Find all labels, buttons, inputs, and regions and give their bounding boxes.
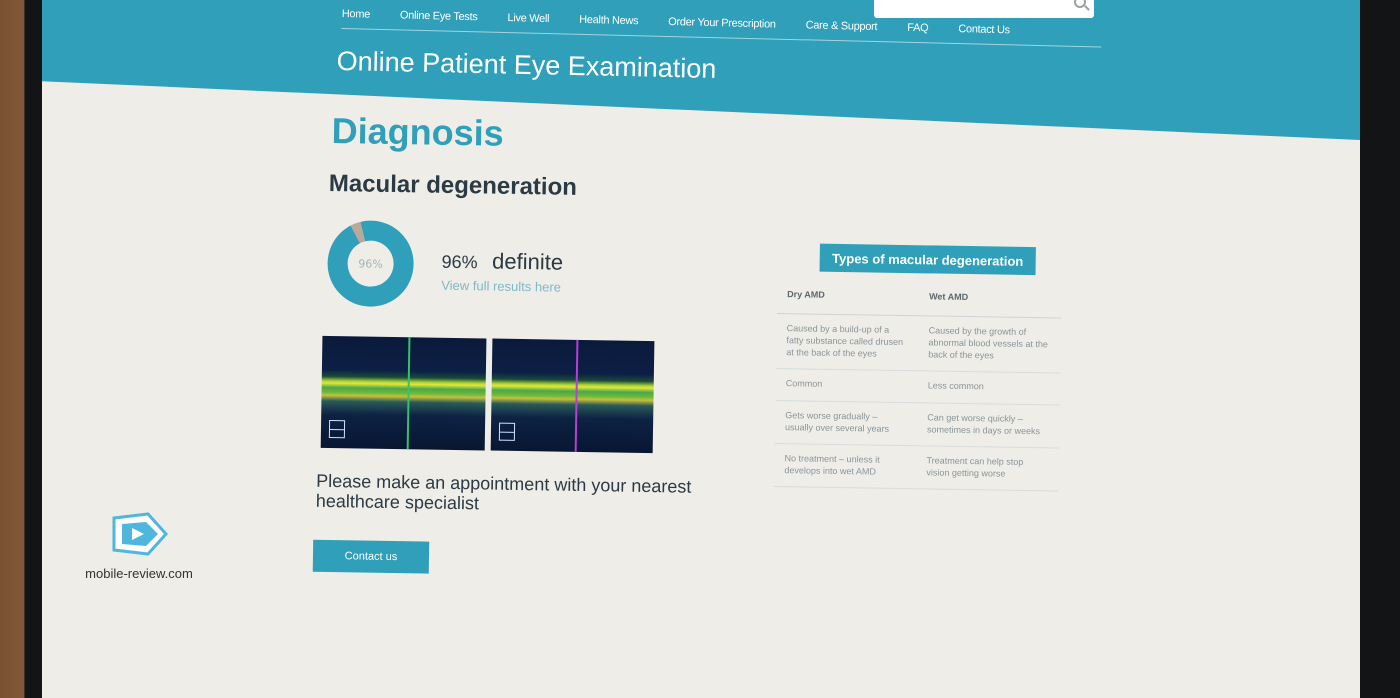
watermark: mobile-review.com [84,512,194,581]
table-cell: Treatment can help stop vision getting w… [916,445,1059,492]
table-row: No treatment – unless it develops into w… [774,443,1059,492]
table-cell: Can get worse quickly – sometimes in day… [916,402,1060,448]
scan-marker-line [574,339,579,452]
scan-view-icon [328,419,346,439]
table-cell: Gets worse gradually – usually over seve… [774,400,918,446]
scan-view-icon [498,422,516,441]
contact-us-button[interactable]: Contact us [312,539,430,574]
table-header-dry-amd: Dry AMD [776,283,920,316]
condition-heading: Macular degeneration [328,169,578,201]
tag-logo-icon [112,512,169,556]
browser-screen: Home Online Eye Tests Live Well Health N… [42,0,1360,698]
table-header-wet-amd: Wet AMD [918,285,1062,318]
table-cell: Less common [917,371,1060,405]
donut-percent-label: 96% [347,240,394,287]
watermark-text: mobile-review.com [85,566,193,581]
certainty-line: 96% definite [441,248,563,276]
certainty-word: definite [491,248,564,275]
certainty-percent: 96% [441,251,478,273]
table-cell: Caused by the growth of abnormal blood v… [917,315,1061,374]
main-content: Diagnosis Macular degeneration 96% 96% d… [42,0,1360,698]
table-cell: Caused by a build-up of a fatty substanc… [775,313,919,372]
table-cell: No treatment – unless it develops into w… [774,443,917,489]
appointment-message: Please make an appointment with your nea… [315,470,692,514]
table-row: Common Less common [775,368,1060,405]
view-full-results-link[interactable]: View full results here [441,278,561,295]
amd-types-table: Dry AMD Wet AMD Caused by a build-up of … [774,283,1062,492]
table-row: Gets worse gradually – usually over seve… [774,400,1060,448]
certainty-donut-chart: 96% [326,219,415,308]
oct-scan-image-right [490,338,655,454]
table-row: Caused by a build-up of a fatty substanc… [775,313,1061,374]
search-icon[interactable] [1074,0,1086,8]
table-cell: Common [775,368,918,403]
scan-marker-line [406,337,411,450]
page-title: Diagnosis [331,110,505,154]
types-table-title: Types of macular degeneration [819,243,1036,276]
oct-scan-image-left [320,335,487,451]
